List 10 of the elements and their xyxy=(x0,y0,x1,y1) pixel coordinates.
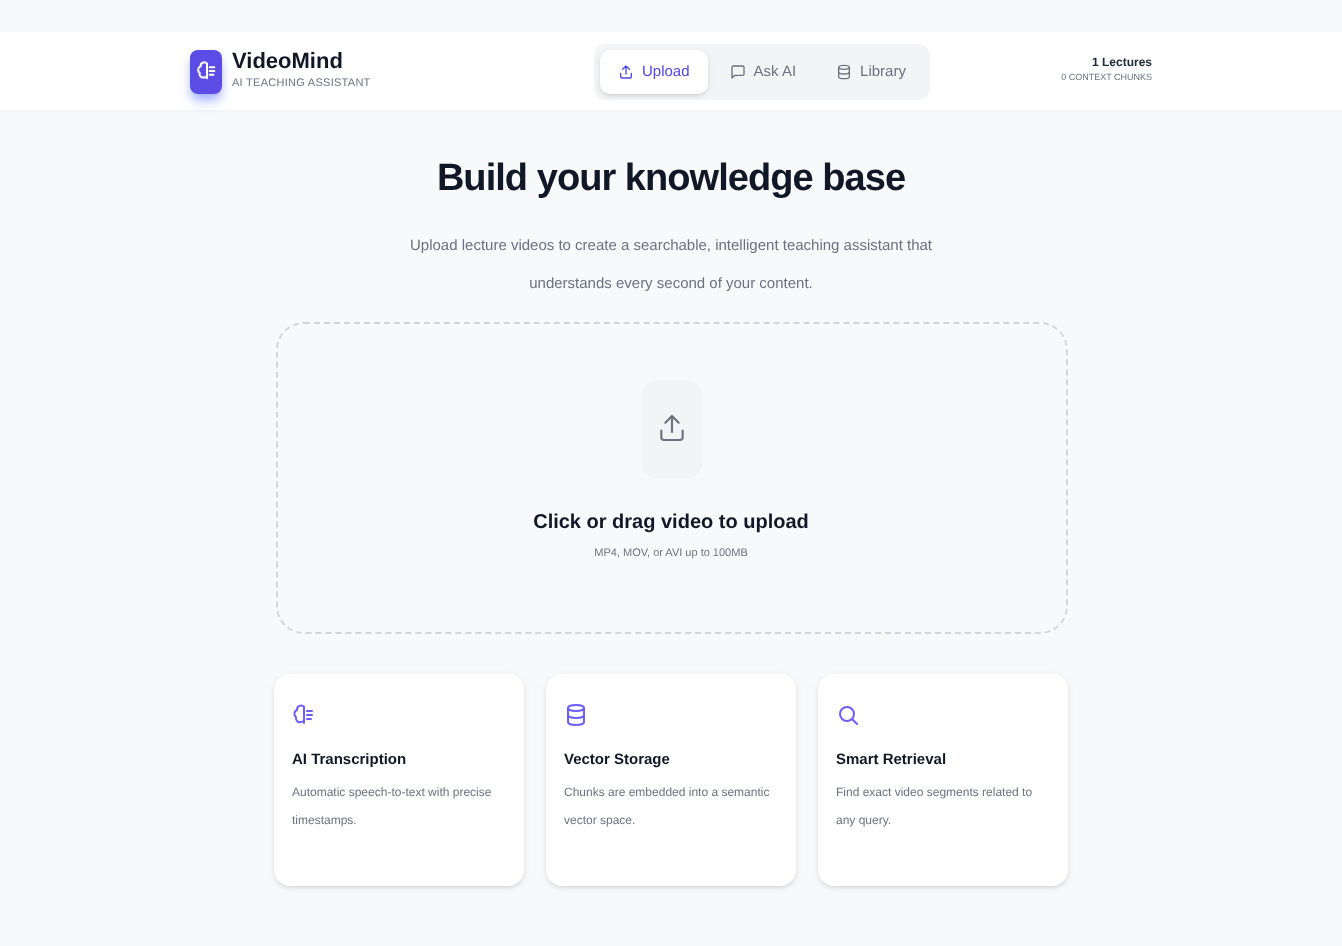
dropzone-title: Click or drag video to upload xyxy=(533,509,809,537)
search-icon xyxy=(836,701,860,727)
database-icon xyxy=(836,63,853,79)
app-name: VideoMind xyxy=(232,51,345,74)
database-icon xyxy=(564,701,588,727)
upload-icon xyxy=(641,379,701,477)
upload-icon xyxy=(618,63,634,79)
chat-icon xyxy=(729,63,746,79)
page-title: Build your knowledge base xyxy=(436,156,906,204)
logo-icon xyxy=(190,49,222,93)
